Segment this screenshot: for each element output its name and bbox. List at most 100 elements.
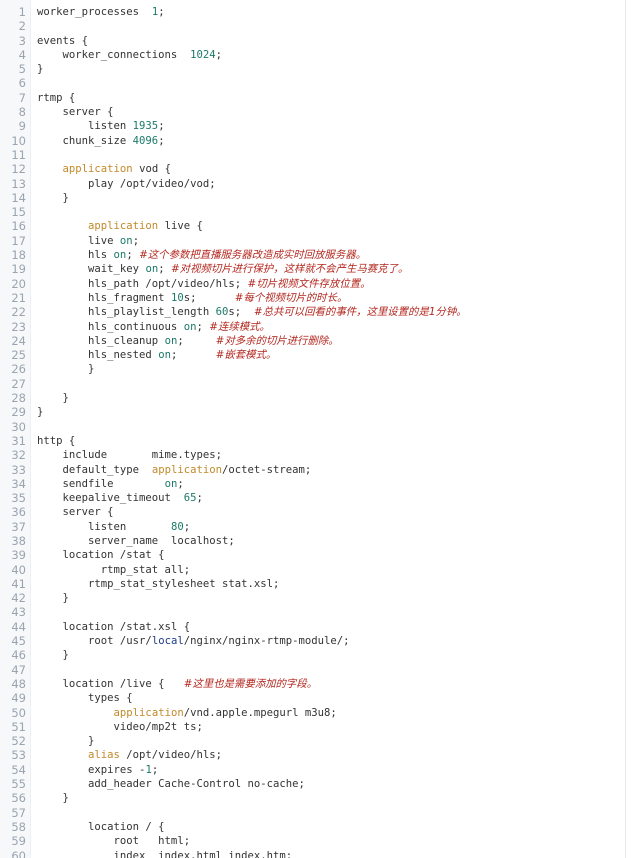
line-number: 14: [11, 190, 26, 205]
line-number: 43: [11, 605, 26, 620]
code-token: listen: [37, 520, 171, 533]
line-number: 16: [11, 219, 26, 234]
line-number: 7: [18, 90, 26, 105]
line-text: hls_continuous on; #连续模式。: [37, 320, 270, 334]
comment-token: #对视频切片进行保护，这样就不会产生马赛克了。: [170, 263, 409, 276]
line-number: 3: [18, 33, 26, 48]
code-token: hls_cleanup: [37, 334, 165, 347]
code-token: /opt/video/hls;: [119, 749, 222, 762]
line-text: hls_playlist_length 60s; #总共可以回看的事件，这里设置…: [37, 305, 467, 319]
code-token: add_header Cache-Control no-cache;: [37, 778, 305, 791]
code-token: location /live {: [37, 677, 184, 690]
keyword-token: application: [113, 706, 184, 719]
code-token: hls_path /opt/video/hls;: [37, 277, 248, 290]
line-text: application live {: [37, 219, 203, 233]
line-number: 41: [11, 576, 26, 591]
code-token: ;: [158, 6, 165, 18]
line-number: 24: [11, 333, 26, 348]
line-number: 2: [18, 19, 26, 34]
code-line: 31 http {: [0, 434, 625, 448]
code-token: }: [37, 649, 69, 662]
line-text: add_header Cache-Control no-cache;: [37, 777, 305, 791]
line-text: types {: [37, 691, 133, 705]
code-line: 49 types {: [0, 691, 625, 705]
comment-token: #总共可以回看的事件，这里设置的是1分钟。: [253, 306, 467, 319]
code-token: expires -: [37, 763, 146, 776]
number-token: 65: [183, 492, 197, 505]
line-text: index index.html index.htm;: [37, 849, 293, 858]
code-line: 39 location /stat {: [0, 548, 625, 562]
code-line: 5}: [0, 62, 625, 76]
number-token: on: [164, 477, 178, 490]
line-text: application/vnd.apple.mpegurl m3u8;: [37, 706, 337, 720]
line-text: sendfile on;: [37, 477, 184, 491]
code-token: s;: [228, 306, 254, 319]
line-number: 21: [11, 290, 26, 305]
code-token: ;: [170, 349, 216, 362]
code-token: ;: [151, 763, 159, 776]
path-token: local: [151, 635, 184, 648]
comment-token: #每个视频切片的时长。: [234, 291, 348, 304]
code-line: 56 }: [0, 791, 625, 805]
line-number: 60: [11, 848, 26, 858]
line-text: events {: [37, 34, 88, 48]
number-token: 1024: [190, 48, 216, 61]
line-text: }: [37, 362, 94, 376]
code-line: 51 video/mp2t ts;: [0, 720, 625, 734]
line-text: alias /opt/video/hls;: [37, 748, 222, 762]
code-line: 27: [0, 377, 625, 391]
line-number: 40: [11, 562, 26, 577]
keyword-token: alias: [88, 749, 120, 762]
code-token: ;: [215, 48, 222, 61]
code-token: worker_processes: [37, 6, 152, 18]
line-number: 46: [11, 648, 26, 663]
keyword-token: application: [62, 163, 133, 176]
number-token: 60: [215, 306, 229, 319]
line-text: wait_key on; #对视频切片进行保护，这样就不会产生马赛克了。: [37, 262, 408, 276]
line-text: rtmp_stat_stylesheet stat.xsl;: [37, 577, 279, 591]
line-number: 25: [11, 348, 26, 363]
line-number: 26: [11, 362, 26, 377]
line-text: }: [37, 62, 43, 76]
line-text: location /live { #这里也是需要添加的字段。: [37, 677, 318, 691]
code-line: 28 }: [0, 391, 625, 405]
line-text: hls_nested on; #嵌套模式。: [37, 348, 276, 362]
code-token: }: [37, 592, 69, 605]
code-token: worker_connections: [37, 48, 191, 61]
code-token: wait_key: [37, 263, 146, 276]
code-line: 18 hls on; #这个参数把直播服务器改造成实时回放服务器。: [0, 248, 625, 262]
code-line: 19 wait_key on; #对视频切片进行保护，这样就不会产生马赛克了。: [0, 262, 625, 276]
code-line: 10 chunk_size 4096;: [0, 134, 625, 148]
line-text: rtmp_stat all;: [37, 563, 190, 577]
line-number: 28: [11, 391, 26, 406]
line-number: 1: [18, 5, 26, 19]
number-token: on: [183, 320, 197, 333]
code-line: 12 application vod {: [0, 162, 625, 176]
line-text: }: [37, 391, 69, 405]
code-token: ;: [177, 334, 216, 347]
code-editor[interactable]: 1 worker_processes 1; 2 3 events {4 worker_c…: [0, 0, 626, 858]
line-number: 22: [11, 305, 26, 320]
code-block[interactable]: 1 worker_processes 1; 2 3 events {4 worker_c…: [0, 5, 625, 858]
line-number: 53: [11, 748, 26, 763]
code-token: rtmp_stat_stylesheet stat.xsl;: [37, 577, 280, 590]
code-token: ;: [158, 120, 165, 133]
line-text: http {: [37, 434, 75, 448]
line-number: 4: [18, 47, 26, 62]
code-line: 54 expires -1;: [0, 763, 625, 777]
line-text: rtmp {: [37, 91, 75, 105]
line-text: video/mp2t ts;: [37, 720, 203, 734]
line-text: include mime.types;: [37, 448, 222, 462]
line-number: 38: [11, 533, 26, 548]
code-token: video/mp2t ts;: [37, 720, 203, 733]
code-token: hls_playlist_length: [37, 306, 216, 319]
line-text: default_type application/octet-stream;: [37, 463, 312, 477]
line-text: hls on; #这个参数把直播服务器改造成实时回放服务器。: [37, 248, 366, 262]
code-line: 24 hls_cleanup on; #对多余的切片进行删除。: [0, 334, 625, 348]
number-token: on: [113, 249, 127, 262]
line-text: }: [37, 734, 94, 748]
code-token: }: [37, 363, 95, 376]
code-token: /vnd.apple.mpegurl m3u8;: [183, 706, 337, 719]
